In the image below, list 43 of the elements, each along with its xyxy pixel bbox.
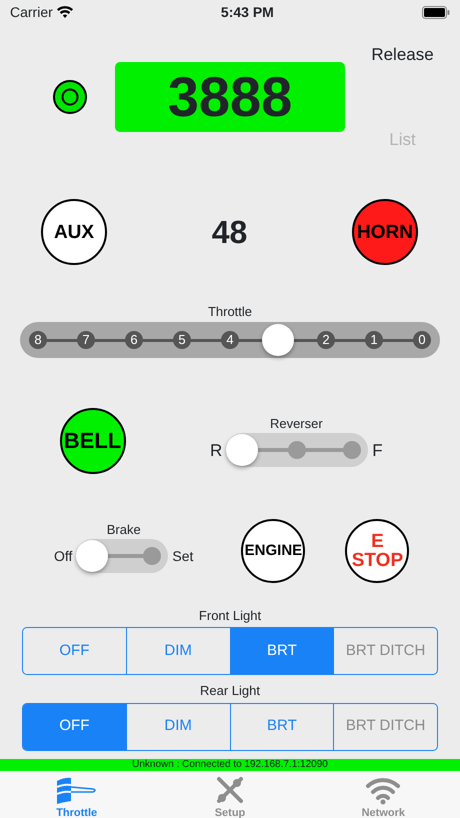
address-display: 3888 xyxy=(115,62,345,132)
battery-icon xyxy=(422,6,450,18)
stop-label: 5 xyxy=(173,330,191,348)
reverse-label: R xyxy=(210,440,222,462)
light-group-label: Front Light xyxy=(198,606,262,625)
connection-status: Unknown : Connected to 192.168.7.1:12090 xyxy=(0,758,460,770)
light-option[interactable]: OFF xyxy=(23,628,126,674)
light-option[interactable]: BRT xyxy=(230,628,334,674)
light-option[interactable]: DIM xyxy=(126,704,230,750)
emergency-stop-button[interactable]: E STOP xyxy=(345,518,410,582)
throttle-label: Throttle xyxy=(206,303,254,321)
stop-label: 0 xyxy=(413,330,431,348)
light-option[interactable]: BRT xyxy=(230,704,334,750)
stop-label: 6 xyxy=(125,330,143,348)
tab-button[interactable]: Throttle xyxy=(0,770,154,818)
release-button[interactable]: Release xyxy=(371,42,434,68)
clock: 5:43 PM xyxy=(220,2,274,22)
indicator-icon xyxy=(52,79,88,115)
brake-toggle[interactable] xyxy=(76,539,168,574)
light-option[interactable]: OFF xyxy=(23,704,126,750)
speed-value: 48 xyxy=(212,213,248,252)
wifi-icon xyxy=(56,6,73,18)
tab-button[interactable]: Network xyxy=(306,770,460,818)
tools-icon xyxy=(214,774,245,804)
stop-label: 4 xyxy=(221,330,239,348)
aux-button[interactable]: AUX xyxy=(41,199,107,265)
light-group-label: Rear Light xyxy=(199,682,261,700)
throttle-slider[interactable]: 8 7 6 5 4 2 1 0 xyxy=(20,322,440,358)
carrier-name: Carrier xyxy=(10,2,53,22)
stop-label: 1 xyxy=(365,330,383,348)
engine-button[interactable]: ENGINE xyxy=(241,518,306,582)
brake-off-label: Off xyxy=(54,546,72,566)
forward-label: F xyxy=(372,440,383,462)
reverser-label: Reverser xyxy=(270,414,323,433)
stop-label: 8 xyxy=(29,330,47,348)
horn-button[interactable]: HORN xyxy=(352,199,418,265)
stop-label: 2 xyxy=(317,330,335,348)
tab-button[interactable]: Setup xyxy=(153,770,307,818)
bell-button[interactable]: BELL xyxy=(60,408,126,474)
brake-label: Brake xyxy=(106,520,141,539)
brake-set-label: Set xyxy=(172,546,194,566)
stop-label: 7 xyxy=(77,330,95,348)
reverser-switch[interactable] xyxy=(226,433,368,468)
